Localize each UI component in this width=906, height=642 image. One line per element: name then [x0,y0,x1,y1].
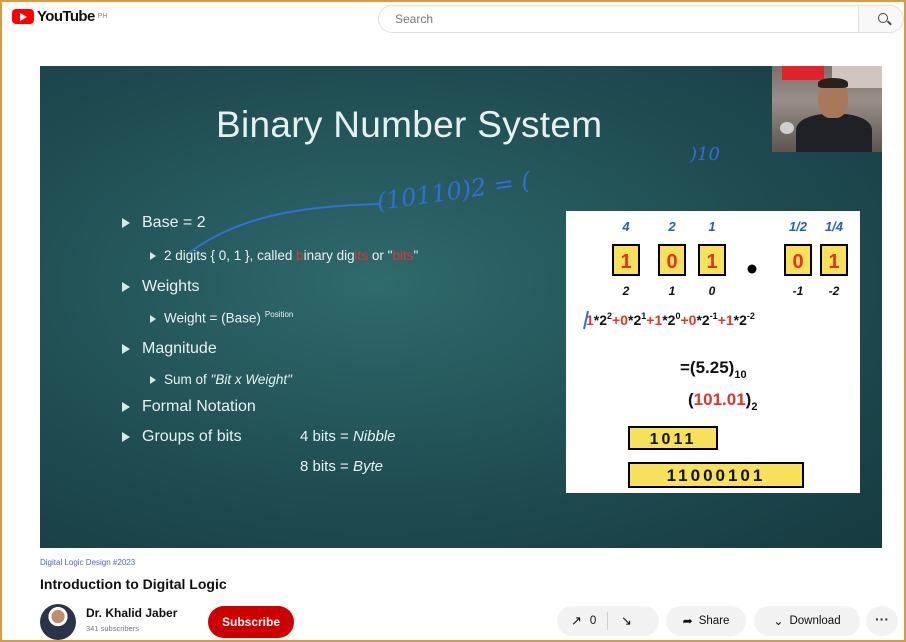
video-player[interactable]: Binary Number System Base = 2 2 digits {… [40,66,882,548]
share-label: Share [698,615,730,627]
webcam-presenter [796,114,872,152]
thumbs-up-icon[interactable]: ↗ [571,613,582,629]
presenter-webcam [772,66,882,152]
video-title: Introduction to Digital Logic [40,576,227,592]
ink-annotation: (10110)2 = ( [375,167,533,216]
webcam-bg [782,66,824,80]
search-button[interactable] [858,5,904,33]
webcam-presenter [780,122,794,134]
more-actions-button[interactable]: ··· [866,606,898,636]
channel-name[interactable]: Dr. Khalid Jaber [86,606,177,620]
download-icon: ⌄ [773,614,784,628]
thumbs-down-icon[interactable]: ↘ [621,613,632,629]
ink-stroke [189,203,381,253]
subscribe-button[interactable]: Subscribe [208,606,294,638]
like-dislike-group: ↗ 0 ↘ [557,606,659,636]
ink-annotations: (10110)2 = ( )10 [189,144,720,253]
hashtags-link[interactable]: Digital Logic Design #2023 [40,558,135,567]
search-icon [878,13,888,23]
divider [607,612,608,630]
search-input[interactable]: Search [378,5,858,33]
youtube-play-icon [12,9,34,24]
like-count[interactable]: 0 [590,615,596,627]
logo-wordmark: YouTube [37,8,95,25]
download-button[interactable]: ⌄ Download [754,606,860,636]
ink-subscript: )10 [689,144,720,165]
share-button[interactable]: ➦ Share [666,606,746,636]
youtube-logo[interactable]: YouTube PH [12,8,107,25]
country-code: PH [97,13,108,20]
webcam-presenter [818,78,848,88]
subscriber-count: 341 subscribers [86,624,139,633]
download-label: Download [789,615,841,627]
top-bar: YouTube PH Search [0,0,906,40]
share-icon: ➦ [682,614,693,628]
channel-avatar[interactable] [40,604,76,640]
